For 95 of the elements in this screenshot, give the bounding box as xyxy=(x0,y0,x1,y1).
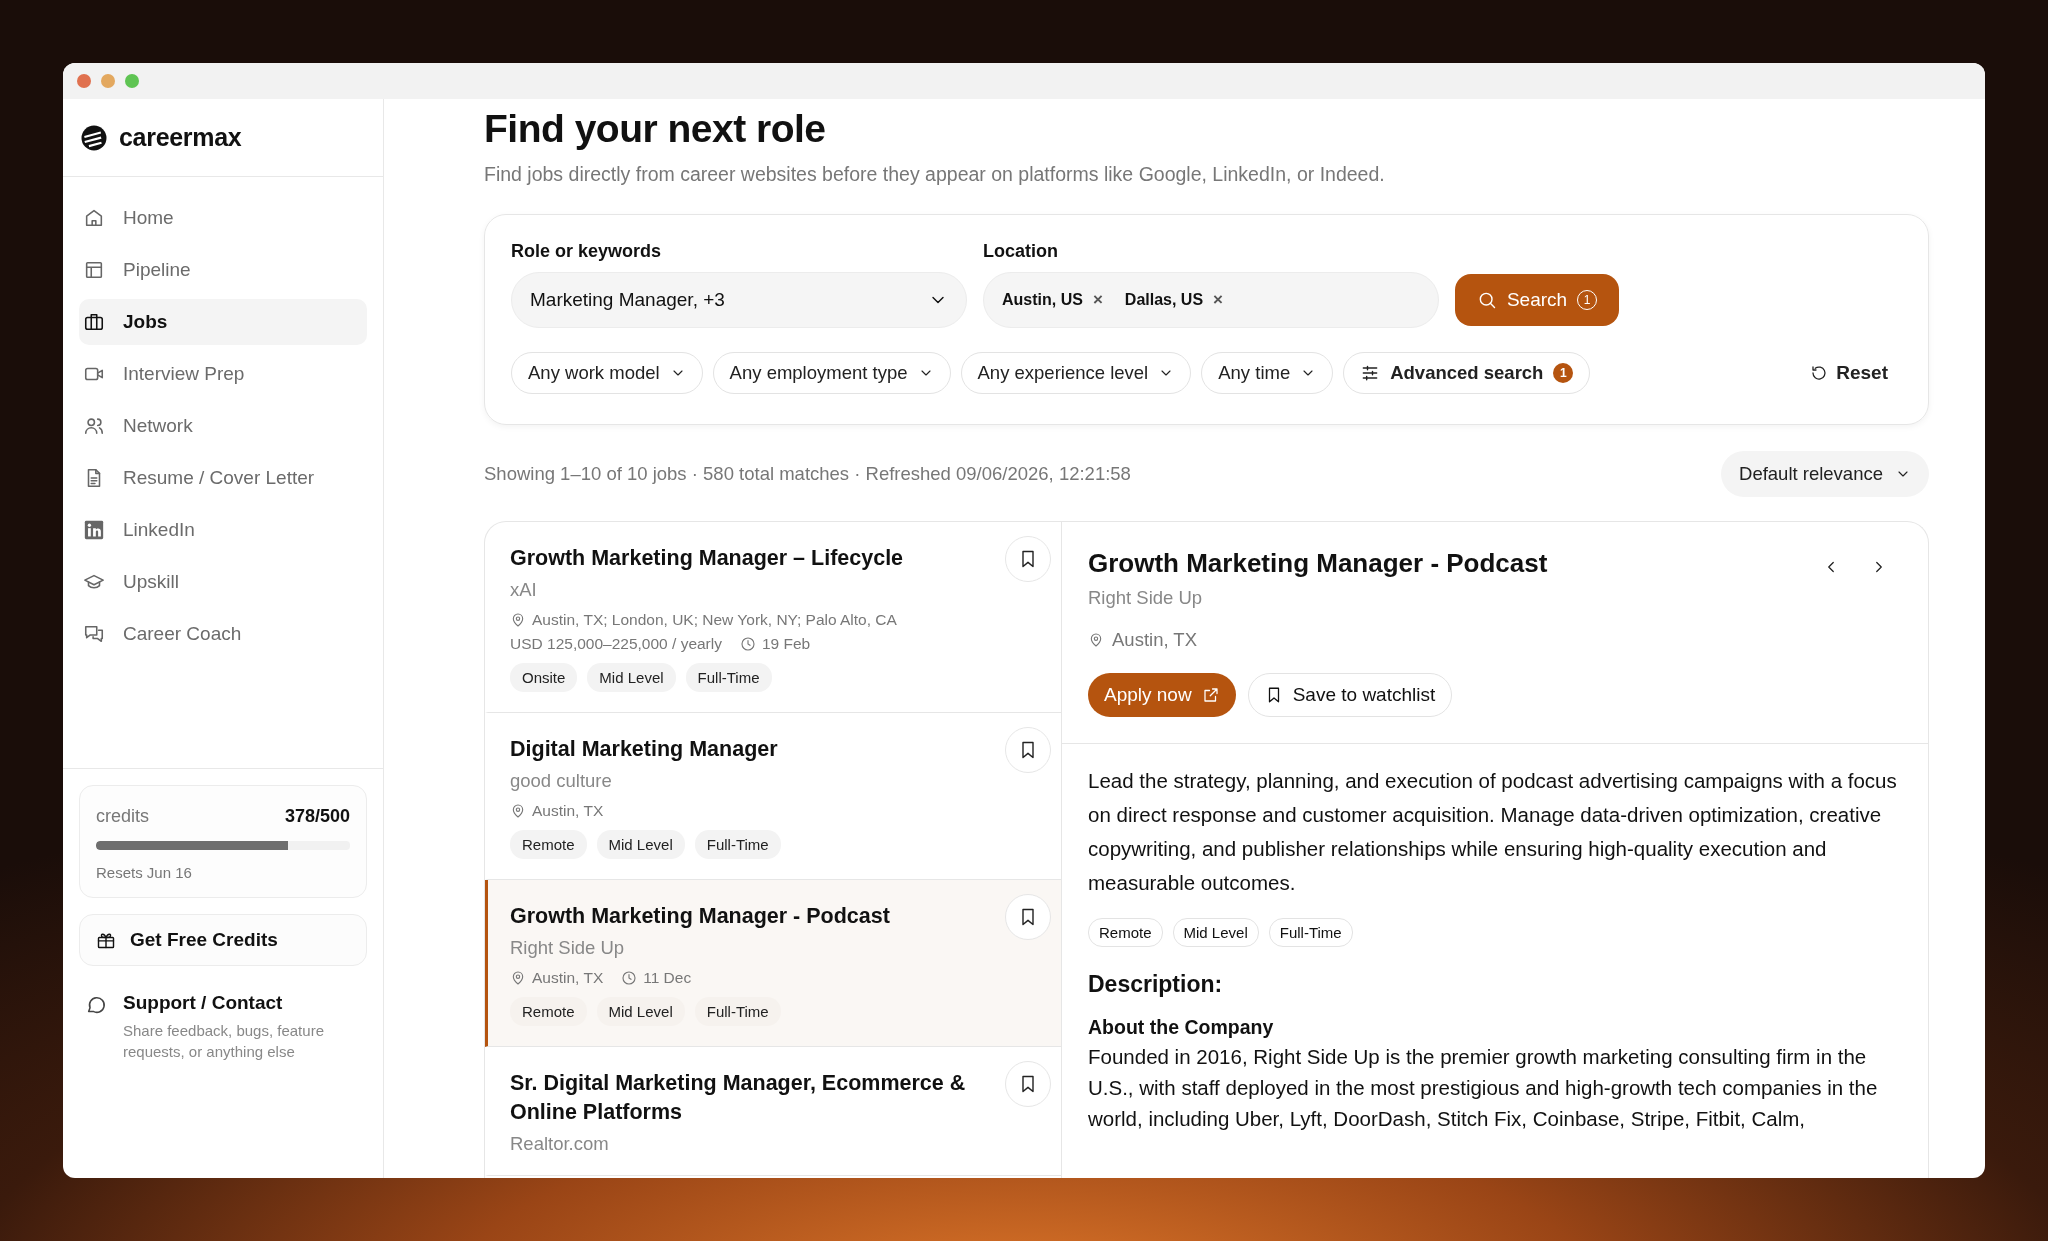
search-button[interactable]: Search 1 xyxy=(1455,274,1619,326)
company-name: good culture xyxy=(510,770,613,792)
salary: USD 125,000–225,000 / yearly xyxy=(510,635,722,653)
job-summary: Lead the strategy, planning, and execution of podcast advertising campaigns with a focus on direct response and customer acquisition. Manage data-driven optimization, creative copywriting, and publisher relationships while ensuring high-quality execution and measurable outcomes. xyxy=(1088,768,1898,896)
job-tag: Mid Level xyxy=(596,997,685,1026)
job-location: Austin, TX xyxy=(532,969,604,987)
reset-button[interactable]: Reset xyxy=(1804,361,1902,385)
job-tag: Remote xyxy=(510,830,587,859)
credits-label: credits xyxy=(96,806,149,827)
briefcase-icon xyxy=(83,311,105,333)
nav-item[interactable]: Interview Prep xyxy=(79,351,367,397)
job-card[interactable]: Sr. Digital Marketing Manager, Ecommerce & Online Platforms Realtor.com xyxy=(485,1047,1061,1176)
home-icon xyxy=(83,207,105,229)
free-credits-button[interactable]: Get Free Credits xyxy=(79,914,367,966)
job-card[interactable]: Growth Marketing Manager - Podcast Right Side Up Austin, TX 11 Dec Remote Mid Level Full-Time xyxy=(485,880,1061,1047)
job-detail-title: Growth Marketing Manager - Podcast xyxy=(1088,548,1548,579)
linkedin-icon xyxy=(83,519,105,541)
remove-location-button[interactable]: × xyxy=(1213,290,1224,310)
posted-date: 11 Dec xyxy=(643,969,692,987)
nav-item[interactable]: Jobs xyxy=(79,299,367,345)
posted-date: 19 Feb xyxy=(762,635,811,653)
job-tag: Remote xyxy=(1088,918,1163,947)
section-subheading: About the Company xyxy=(1088,1016,1275,1039)
external-link-icon xyxy=(1201,686,1220,704)
job-tag: Mid Level xyxy=(596,830,685,859)
bookmark-button[interactable] xyxy=(1005,1061,1051,1107)
support-link[interactable]: Support / Contact xyxy=(123,992,343,1014)
remove-location-button[interactable]: × xyxy=(1092,290,1103,310)
people-icon xyxy=(83,415,105,437)
field-label: Role or keywords xyxy=(511,241,663,262)
location-field[interactable]: Austin, US × Dallas, US × xyxy=(983,272,1439,328)
location-pin-icon xyxy=(510,612,526,628)
support-description: Share feedback, bugs, feature requests, or anything else xyxy=(123,1021,325,1062)
clock-icon xyxy=(621,970,638,986)
job-location: Austin, TX xyxy=(1112,629,1197,651)
job-location: Austin, TX; London, UK; New York, NY; Palo Alto, CA xyxy=(532,611,897,629)
job-tag: Full-Time xyxy=(685,663,772,692)
nav-item[interactable]: Resume / Cover Letter xyxy=(79,455,367,501)
advanced-search-button[interactable]: Advanced search 1 xyxy=(1343,352,1591,394)
job-tag: Full-Time xyxy=(694,830,781,859)
filter-dropdown[interactable]: Any time xyxy=(1201,352,1334,394)
nav-item[interactable]: Pipeline xyxy=(79,247,367,293)
apply-button[interactable]: Apply now xyxy=(1088,673,1236,717)
job-tag: Onsite xyxy=(510,663,578,692)
filter-dropdown[interactable]: Any employment type xyxy=(712,352,951,394)
job-title: Digital Marketing Manager xyxy=(510,736,778,763)
app-name: careermax xyxy=(119,123,242,152)
job-location: Austin, TX xyxy=(532,802,604,820)
layout-icon xyxy=(83,259,105,281)
job-card[interactable]: Growth Marketing Manager – Lifecycle xAI Austin, TX; London, UK; New York, NY; Palo Alto, CA USD 125,000–225,000 / yearly 19 Feb Onsite Mid Level Full-Time xyxy=(485,522,1061,713)
job-title: Sr. Digital Marketing Manager, Ecommerce & Online Platforms xyxy=(510,1070,967,1126)
page-title: Find your next role xyxy=(484,106,827,152)
section-heading: Description: xyxy=(1088,971,1224,998)
job-title: Growth Marketing Manager - Podcast xyxy=(510,903,890,930)
bookmark-button[interactable] xyxy=(1005,894,1051,940)
nav-item[interactable]: Home xyxy=(79,195,367,241)
close-window-button[interactable] xyxy=(77,74,91,88)
reset-icon xyxy=(1810,364,1829,382)
page-subtitle: Find jobs directly from career websites before they appear on platforms like Google, LinkedIn, or Indeed. xyxy=(484,163,1386,186)
nav-item[interactable]: Network xyxy=(79,403,367,449)
location-pin-icon xyxy=(510,970,526,986)
job-tag: Remote xyxy=(510,997,587,1026)
job-tag: Full-Time xyxy=(1268,918,1353,947)
company-name: Right Side Up xyxy=(510,937,626,959)
job-tag: Mid Level xyxy=(1172,918,1259,947)
nav-item[interactable]: Upskill xyxy=(79,559,367,605)
company-name: Right Side Up xyxy=(1088,587,1204,609)
clock-icon xyxy=(740,636,756,652)
results-summary: Showing 1–10 of 10 jobs · 580 total matches · Refreshed 09/06/2026, 12:21:58 xyxy=(484,463,1131,485)
credits-count: 378/500 xyxy=(284,806,350,827)
nav-item[interactable]: Career Coach xyxy=(79,611,367,657)
location-pin-icon xyxy=(1088,632,1104,648)
role-dropdown[interactable]: Marketing Manager, +3 xyxy=(511,272,967,328)
filter-dropdown[interactable]: Any experience level xyxy=(960,352,1192,394)
job-tag: Full-Time xyxy=(694,997,781,1026)
job-tag: Mid Level xyxy=(587,663,676,692)
job-card[interactable]: Digital Marketing Manager good culture Austin, TX Remote Mid Level Full-Time xyxy=(485,713,1061,880)
chat-bubble-icon xyxy=(85,994,107,1016)
nav-item[interactable]: LinkedIn xyxy=(79,507,367,553)
location-pin-icon xyxy=(510,803,526,819)
company-name: Realtor.com xyxy=(510,1133,610,1155)
company-name: xAI xyxy=(510,579,538,601)
company-description: Founded in 2016, Right Side Up is the premier growth marketing consulting firm in the U.S., with staff deployed in the most prestigious and high-growth tech companies in the world, including Uber, Lyft, DoorDash, Stitch Fix, Coinbase, Stripe, Fitbit, Calm, xyxy=(1088,1044,1879,1132)
location-chip[interactable]: Austin, US xyxy=(1002,291,1083,309)
field-label: Location xyxy=(983,241,1059,262)
filter-dropdown[interactable]: Any work model xyxy=(511,352,703,394)
chat-bubbles-icon xyxy=(83,623,105,645)
save-to-watchlist-button[interactable]: Save to watchlist xyxy=(1247,673,1453,717)
job-title: Growth Marketing Manager – Lifecycle xyxy=(510,545,904,572)
logo-icon xyxy=(81,124,107,151)
bookmark-button[interactable] xyxy=(1005,727,1051,773)
sort-dropdown[interactable]: Default relevance xyxy=(1721,451,1929,497)
bookmark-button[interactable] xyxy=(1005,536,1051,582)
reset-date: Resets Jun 16 xyxy=(96,864,193,881)
location-chip[interactable]: Dallas, US xyxy=(1124,291,1204,309)
